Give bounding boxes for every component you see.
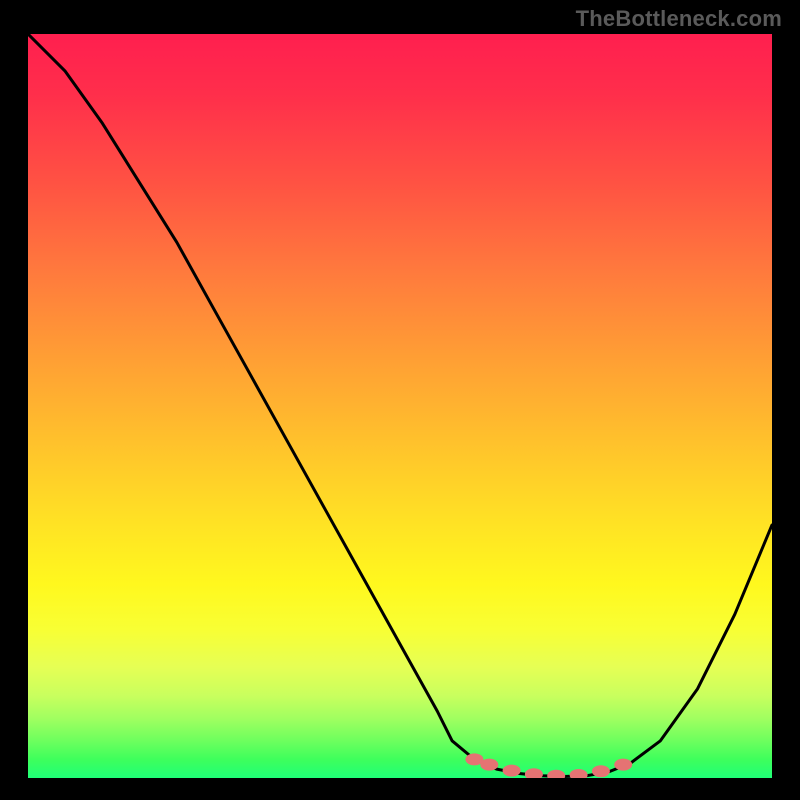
watermark-text: TheBottleneck.com [576, 6, 782, 32]
plot-area [28, 34, 772, 778]
bottleneck-curve [28, 34, 772, 777]
optimal-marker [614, 759, 632, 771]
optimal-marker [547, 770, 565, 778]
optimal-marker [480, 759, 498, 771]
optimal-marker [525, 768, 543, 778]
optimal-marker [503, 765, 521, 777]
optimal-marker [592, 765, 610, 777]
optimal-markers [465, 753, 632, 778]
chart-container: TheBottleneck.com [0, 0, 800, 800]
optimal-marker [570, 769, 588, 778]
chart-svg [28, 34, 772, 778]
